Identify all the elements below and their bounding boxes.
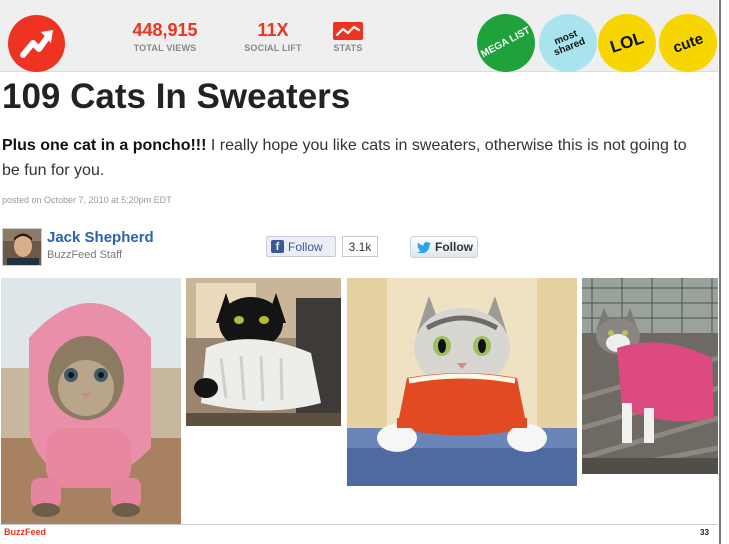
buzzfeed-logo[interactable] (8, 15, 65, 72)
social-lift-value: 11X (257, 20, 289, 40)
footer-brand: BuzzFeed (4, 527, 47, 537)
stats-link[interactable]: STATS (326, 20, 370, 53)
twitter-follow-button[interactable]: Follow (410, 236, 478, 258)
slide-frame-edge (719, 0, 721, 544)
facebook-icon: f (271, 240, 284, 253)
slide-page-number: 33 (700, 528, 709, 537)
line-chart-icon (333, 22, 363, 40)
facebook-follow-button[interactable]: f Follow (266, 236, 336, 257)
lol-badge-label: LOL (607, 28, 646, 57)
trending-arrow-icon (20, 30, 53, 58)
social-lift-label: SOCIAL LIFT (244, 43, 302, 53)
mega-list-badge[interactable]: MEGA LIST (477, 14, 535, 72)
most-shared-badge-label: most shared (552, 28, 587, 59)
black-cat-white-sweater-photo[interactable] (186, 278, 341, 426)
total-views-label: TOTAL VIEWS (133, 43, 197, 53)
mega-list-badge-label: MEGA LIST (479, 25, 533, 61)
stats-bar: 448,915 TOTAL VIEWS 11X SOCIAL LIFT STAT… (0, 0, 718, 72)
author-role: BuzzFeed Staff (47, 249, 123, 261)
twitter-follow-label: Follow (435, 240, 473, 254)
author-avatar[interactable] (2, 228, 42, 266)
facebook-follower-count: 3.1k (342, 236, 378, 257)
facebook-follow-label: Follow (288, 239, 323, 254)
article-dek-bold: Plus one cat in a poncho!!! (2, 137, 207, 154)
cat-pink-sweater-deck-photo[interactable] (582, 278, 718, 474)
lol-badge[interactable]: LOL (598, 14, 656, 72)
most-shared-badge[interactable]: most shared (539, 14, 597, 72)
total-views-value: 448,915 (132, 20, 198, 40)
cute-badge[interactable]: cute (659, 14, 717, 72)
cat-pink-hoodie-photo[interactable] (1, 278, 181, 524)
total-views-stat: 448,915 TOTAL VIEWS (125, 20, 205, 53)
cute-badge-label: cute (670, 29, 706, 57)
article-dek: Plus one cat in a poncho!!! I really hop… (2, 133, 702, 183)
posted-date: posted on October 7, 2010 at 5:20pm EDT (2, 195, 172, 205)
social-lift-stat: 11X SOCIAL LIFT (236, 20, 310, 53)
author-name-link[interactable]: Jack Shepherd (47, 229, 154, 246)
article-title: 109 Cats In Sweaters (2, 77, 351, 116)
footer-divider (0, 524, 718, 525)
tabby-cat-red-sweater-photo[interactable] (347, 278, 577, 486)
stats-label: STATS (333, 43, 363, 53)
twitter-bird-icon (417, 241, 431, 253)
